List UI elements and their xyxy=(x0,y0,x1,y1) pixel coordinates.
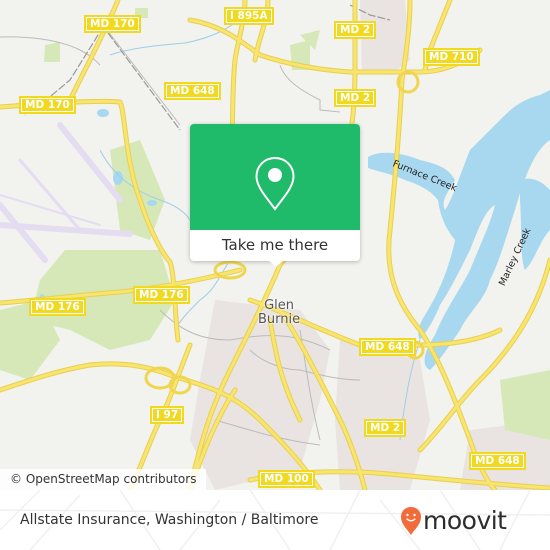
take-me-there-button[interactable]: Take me there xyxy=(190,230,360,261)
road-label-md2-bottom: MD 2 xyxy=(364,419,407,437)
map-view[interactable]: MD 170 I 895A MD 2 MD 710 MD 170 MD 648 … xyxy=(0,0,550,490)
popup-header xyxy=(190,124,360,230)
road-label-md170-top: MD 170 xyxy=(84,15,141,33)
footer-bar: Allstate Insurance, Washington / Baltimo… xyxy=(0,490,550,550)
moovit-pin-smile-icon xyxy=(401,507,421,535)
airport-runways xyxy=(0,122,133,263)
road-label-md170-left: MD 170 xyxy=(19,96,76,114)
road-label-i97: I 97 xyxy=(150,406,185,424)
road-label-md2-top: MD 2 xyxy=(334,21,377,39)
road-label-md2-mid: MD 2 xyxy=(334,89,377,107)
popup-pointer xyxy=(268,260,284,267)
map-pin-icon xyxy=(255,156,295,211)
railway xyxy=(24,0,391,131)
road-label-md648-top: MD 648 xyxy=(164,82,221,100)
moovit-wordmark: moovit xyxy=(423,506,507,535)
road-label-md710: MD 710 xyxy=(423,48,480,66)
road-label-i895a: I 895A xyxy=(224,7,274,25)
place-label-glen-burnie: Glen Burnie xyxy=(258,299,300,327)
location-popup: Take me there xyxy=(190,124,360,267)
moovit-logo[interactable]: moovit xyxy=(400,505,507,537)
road-label-md648-bottom: MD 648 xyxy=(469,452,526,470)
place-label-line1: Glen xyxy=(264,298,295,313)
road-label-md648-right: MD 648 xyxy=(359,338,416,356)
road-label-md176-left: MD 176 xyxy=(29,298,86,316)
location-title: Allstate Insurance, Washington / Baltimo… xyxy=(20,512,319,528)
road-label-md100: MD 100 xyxy=(258,470,315,488)
road-label-md176-mid: MD 176 xyxy=(133,286,190,304)
place-label-line2: Burnie xyxy=(258,312,301,327)
map-attribution[interactable]: © OpenStreetMap contributors xyxy=(0,469,207,490)
